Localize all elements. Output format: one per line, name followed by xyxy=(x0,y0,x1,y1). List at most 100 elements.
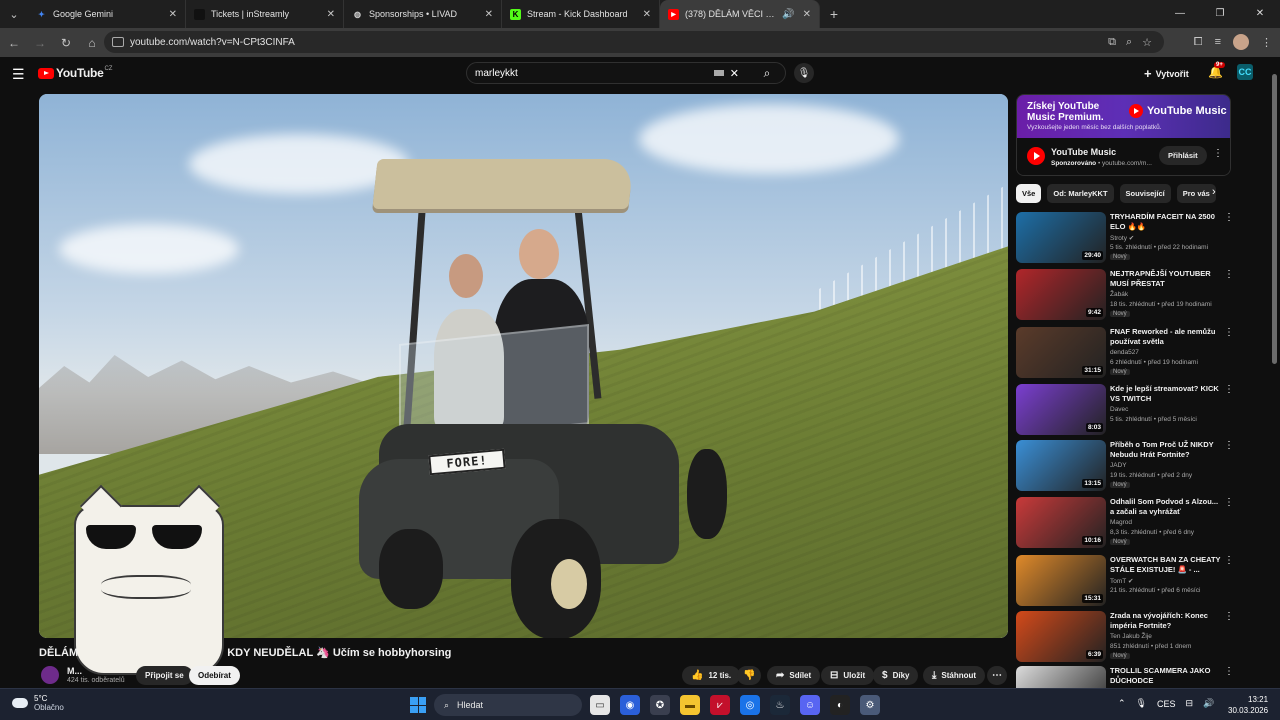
bookmark-star-icon[interactable]: ☆ xyxy=(1142,36,1152,49)
recommended-video[interactable]: 15:31 OVERWATCH BAN ZA CHEATY STÁLE EXIST… xyxy=(1016,555,1236,607)
tab-google-gemini[interactable]: ✦ Google Gemini ✕ xyxy=(28,0,186,28)
recommended-video[interactable]: 8:03 Kde je lepší streamovat? KICK VS TWI… xyxy=(1016,384,1236,436)
page-scrollbar[interactable] xyxy=(1270,62,1278,682)
new-tab-button[interactable]: + xyxy=(820,6,848,22)
tab-kick-dashboard[interactable]: K Stream - Kick Dashboard ✕ xyxy=(502,0,660,28)
video-thumbnail[interactable]: 6:39 xyxy=(1016,611,1106,662)
windows-start-icon[interactable] xyxy=(410,697,426,713)
video-thumbnail[interactable]: 9:42 xyxy=(1016,269,1106,320)
ad-card[interactable]: Získej YouTube Music Premium. Vyzkoušejt… xyxy=(1016,94,1231,176)
search-button[interactable]: ⌕ xyxy=(749,62,785,84)
chrome-icon[interactable]: ◎ xyxy=(740,695,760,715)
close-tab-icon[interactable]: ✕ xyxy=(485,9,493,20)
save-button[interactable]: ⊟ Uložit xyxy=(821,666,875,685)
video-menu-icon[interactable]: ⋮ xyxy=(1224,497,1234,508)
zoom-icon[interactable]: ⌕ xyxy=(1126,36,1132,49)
chevron-right-icon[interactable]: › xyxy=(1212,186,1216,198)
browser-menu-icon[interactable]: ⋮ xyxy=(1261,36,1272,49)
restore-icon[interactable]: ❐ xyxy=(1200,0,1240,28)
video-title[interactable]: FNAF Reworked - ale nemůžu používat svět… xyxy=(1110,327,1222,347)
close-window-icon[interactable]: ✕ xyxy=(1240,0,1280,28)
video-menu-icon[interactable]: ⋮ xyxy=(1224,440,1234,451)
video-menu-icon[interactable]: ⋮ xyxy=(1224,666,1234,677)
tray-chevron-icon[interactable]: ⌃ xyxy=(1118,698,1126,709)
recommended-video[interactable]: 31:15 FNAF Reworked - ale nemůžu používat… xyxy=(1016,327,1236,379)
dislike-button[interactable]: 👎 xyxy=(737,666,762,685)
voice-search-button[interactable]: 🎙 xyxy=(794,63,814,83)
video-menu-icon[interactable]: ⋮ xyxy=(1224,327,1234,338)
video-thumbnail[interactable]: 15:31 xyxy=(1016,555,1106,606)
close-tab-icon[interactable]: ✕ xyxy=(169,9,177,20)
video-menu-icon[interactable]: ⋮ xyxy=(1224,269,1234,280)
extensions-icon[interactable]: ⧠ xyxy=(1194,36,1203,49)
ad-cta-button[interactable]: Přihlásit xyxy=(1159,146,1207,165)
account-avatar[interactable]: CC xyxy=(1237,64,1253,80)
obs-icon[interactable]: ◐ xyxy=(830,695,850,715)
video-title[interactable]: TRYHARDÍM FACEIT NA 2500 ELO 🔥🔥 xyxy=(1110,212,1222,232)
channel-name[interactable]: Stroty ✔ xyxy=(1110,234,1134,242)
video-title[interactable]: OVERWATCH BAN ZA CHEATY STÁLE EXISTUJE! … xyxy=(1110,555,1222,575)
file-explorer-icon[interactable]: ▬ xyxy=(680,695,700,715)
ad-banner[interactable]: Získej YouTube Music Premium. Vyzkoušejt… xyxy=(1017,95,1230,138)
video-title[interactable]: NEJTRAPNĚJŠÍ YOUTUBER MUSÍ PŘESTAT xyxy=(1110,269,1222,289)
ad-menu-icon[interactable]: ⋮ xyxy=(1213,148,1223,159)
create-button[interactable]: + Vytvořit xyxy=(1144,66,1189,81)
video-title[interactable]: TROLLIL SCAMMERA JAKO DŮCHODCE xyxy=(1110,666,1222,686)
download-button[interactable]: ⤓ Stáhnout xyxy=(923,666,986,685)
recommended-video[interactable]: 13:15 Příběh o Tom Proč UŽ NIKDY Nebudu H… xyxy=(1016,440,1236,492)
video-thumbnail[interactable]: 29:40 xyxy=(1016,212,1106,263)
microphone-icon[interactable]: 🎙 xyxy=(1136,698,1147,709)
language-indicator[interactable]: CES xyxy=(1157,699,1176,709)
video-title[interactable]: Příběh o Tom Proč UŽ NIKDY Nebudu Hrát F… xyxy=(1110,440,1222,460)
chip-from-channel[interactable]: Od: MarleyKKT xyxy=(1047,184,1114,203)
close-tab-icon[interactable]: ✕ xyxy=(643,9,651,20)
back-icon[interactable]: ← xyxy=(2,36,26,50)
video-thumbnail[interactable]: 13:15 xyxy=(1016,440,1106,491)
forward-icon[interactable]: → xyxy=(28,36,52,50)
recommended-video[interactable]: 10:16 Odhalil Som Podvod s Alzou... a zač… xyxy=(1016,497,1236,549)
video-thumbnail[interactable]: 8:03 xyxy=(1016,384,1106,435)
channel-name[interactable]: denda527 xyxy=(1110,349,1139,356)
task-view-icon[interactable]: ▭ xyxy=(590,695,610,715)
settings-icon[interactable]: ⚙ xyxy=(860,695,880,715)
video-title[interactable]: Zrada na vývojářích: Konec impéria Fortn… xyxy=(1110,611,1222,631)
recommended-video[interactable]: 29:40 TRYHARDÍM FACEIT NA 2500 ELO 🔥🔥 Stro… xyxy=(1016,212,1236,264)
more-actions-button[interactable]: ⋯ xyxy=(987,666,1007,685)
channel-name[interactable]: Žabák xyxy=(1110,291,1128,298)
clear-search-icon[interactable]: ✕ xyxy=(730,67,739,80)
video-thumbnail[interactable]: 31:15 xyxy=(1016,327,1106,378)
hamburger-menu-icon[interactable]: ☰ xyxy=(12,66,25,83)
site-info-icon[interactable] xyxy=(112,37,124,47)
search-input[interactable]: marleykkt ✕ ⌕ xyxy=(466,62,786,84)
chip-related[interactable]: Související xyxy=(1119,184,1171,203)
recommended-video[interactable]: 6:39 Zrada na vývojářích: Konec impéria F… xyxy=(1016,611,1236,663)
youtube-logo[interactable]: YouTube CZ xyxy=(38,66,112,80)
video-title[interactable]: Odhalil Som Podvod s Alzou... a začali s… xyxy=(1110,497,1222,517)
reload-icon[interactable]: ↻ xyxy=(54,36,78,50)
video-title[interactable]: Kde je lepší streamovat? KICK VS TWITCH xyxy=(1110,384,1222,404)
close-tab-icon[interactable]: ✕ xyxy=(803,9,811,20)
url-field[interactable]: youtube.com/watch?v=N-CPt3CINFA ⧉ ⌕ ☆ xyxy=(104,31,1164,53)
video-menu-icon[interactable]: ⋮ xyxy=(1224,611,1234,622)
video-menu-icon[interactable]: ⋮ xyxy=(1224,384,1234,395)
profile-avatar[interactable] xyxy=(1233,34,1249,50)
channel-name[interactable]: M... xyxy=(67,666,82,676)
subscribe-button[interactable]: Odebírat xyxy=(189,666,240,685)
close-tab-icon[interactable]: ✕ xyxy=(327,9,335,20)
chip-all[interactable]: Vše xyxy=(1016,184,1042,203)
tab-search-icon[interactable]: ⌄ xyxy=(0,0,28,28)
video-menu-icon[interactable]: ⋮ xyxy=(1224,555,1234,566)
clock[interactable]: 13:21 30.03.2026 xyxy=(1228,694,1268,716)
speaker-icon[interactable]: 🔊 xyxy=(782,9,794,20)
tab-livad[interactable]: ◍ Sponsorships • LIVAD ✕ xyxy=(344,0,502,28)
like-button[interactable]: 👍 12 tis. xyxy=(682,666,741,685)
channel-avatar[interactable] xyxy=(41,666,59,684)
channel-name[interactable]: TomT ✔ xyxy=(1110,577,1133,585)
channel-name[interactable]: Ten Jakub Žije xyxy=(1110,633,1152,640)
taskbar-search[interactable]: ⌕ Hledat xyxy=(434,694,582,716)
share-button[interactable]: ➦ Sdílet xyxy=(767,666,821,685)
recommended-video[interactable]: 9:42 NEJTRAPNĚJŠÍ YOUTUBER MUSÍ PŘESTAT Ža… xyxy=(1016,269,1236,321)
chip-for-you[interactable]: Pro vás xyxy=(1176,184,1216,203)
app-icon[interactable]: ◉ xyxy=(620,695,640,715)
join-button[interactable]: Připojit se xyxy=(136,666,193,685)
